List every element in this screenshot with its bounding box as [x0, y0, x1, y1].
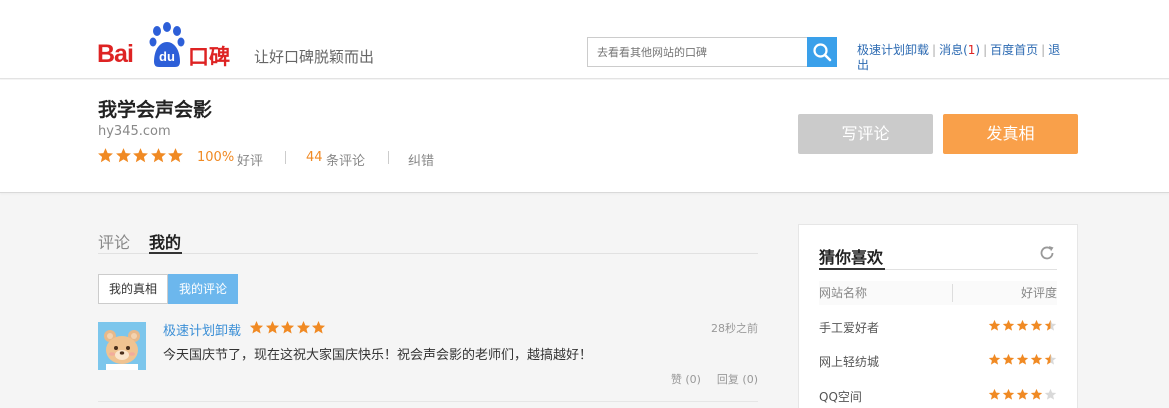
col-site-name: 网站名称 — [819, 286, 868, 300]
star-icon — [1030, 353, 1042, 365]
svg-text:du: du — [159, 49, 175, 64]
logo-bai-text: Bai — [97, 40, 134, 68]
star-icon — [1016, 388, 1028, 400]
star-icon — [1030, 319, 1042, 331]
star-icon — [1044, 353, 1056, 365]
subtab-my-reviews[interactable]: 我的评论 — [168, 274, 239, 304]
star-icon — [133, 148, 148, 163]
star-icon — [1002, 353, 1014, 365]
messages-link[interactable]: 消息(1) — [939, 43, 980, 57]
star-icon — [1002, 388, 1014, 400]
paw-icon: du — [149, 22, 185, 67]
title-underline — [819, 268, 885, 270]
top-header: Bai du 口碑 让好口碑脱颖而出 极速计划卸载|消息(1)|百度首页|退出 — [0, 0, 1169, 79]
star-icon — [1002, 319, 1014, 331]
star-icon — [115, 148, 131, 163]
recommend-table-header: 网站名称 好评度 — [819, 281, 1057, 305]
comment-text: 今天国庆节了，现在这祝大家国庆快乐！祝会声会影的老师们，越搞越好！ — [163, 348, 593, 363]
post-truth-button[interactable]: 发真相 — [943, 114, 1078, 154]
recommend-site-name[interactable]: QQ空间 — [819, 388, 862, 405]
site-star-rating — [97, 147, 185, 164]
correct-link[interactable]: 纠错 — [408, 150, 434, 169]
comment-star-rating — [249, 320, 327, 335]
subtab-my-truth[interactable]: 我的真相 — [98, 274, 169, 304]
like-button[interactable]: 赞 (0) — [671, 373, 701, 386]
messages-count: 1 — [967, 43, 976, 57]
recommend-title: 猜你喜欢 — [819, 248, 884, 267]
recommend-site-name[interactable]: 网上轻纺城 — [819, 353, 879, 370]
divider — [388, 151, 389, 164]
recommend-row[interactable]: 手工爱好者 — [819, 317, 1057, 337]
refresh-icon[interactable] — [1039, 245, 1055, 261]
star-icon — [988, 388, 1000, 400]
star-icon — [1030, 388, 1042, 400]
logo-koubei-text: 口碑 — [188, 45, 230, 69]
star-icon — [1016, 319, 1028, 331]
comment-item: 极速计划卸载 28秒之前 今天国庆节了，现在这祝大家国庆快乐！祝会声会影的老师们… — [98, 320, 758, 402]
star-icon — [1044, 319, 1056, 331]
write-review-button[interactable]: 写评论 — [798, 114, 933, 154]
reply-button[interactable]: 回复 (0) — [717, 373, 758, 386]
sub-tabs: 我的真相 我的评论 — [98, 274, 239, 304]
site-info-bar: 我学会声会影 hy345.com 100% 好评 44 条评论 纠错 写评论 发… — [0, 80, 1169, 193]
active-tab-indicator — [149, 252, 182, 254]
search-input[interactable] — [587, 37, 808, 67]
star-icon — [296, 320, 310, 334]
recommend-row[interactable]: 网上轻纺城 — [819, 351, 1057, 371]
divider — [952, 284, 953, 302]
recommend-rating — [987, 353, 1057, 366]
bear-avatar-icon — [98, 322, 146, 370]
good-rating-percent: 100% — [197, 150, 235, 165]
site-title: 我学会声会影 — [98, 99, 213, 121]
col-rating: 好评度 — [1020, 286, 1057, 300]
divider — [285, 151, 286, 164]
main-tabs: 评论 我的 — [98, 228, 758, 254]
review-count-label[interactable]: 条评论 — [326, 150, 365, 169]
star-icon — [98, 148, 113, 163]
comment-actions: 赞 (0) 回复 (0) — [655, 371, 758, 387]
good-rating-label: 好评 — [237, 154, 264, 169]
baidu-home-link[interactable]: 百度首页 — [990, 43, 1038, 57]
tab-reviews[interactable]: 评论 — [98, 229, 130, 253]
recommend-site-name[interactable]: 手工爱好者 — [819, 319, 879, 336]
star-icon — [311, 320, 326, 334]
star-icon — [168, 148, 183, 163]
messages-label: 消息 — [939, 43, 964, 57]
star-icon — [249, 320, 264, 334]
search-icon — [813, 43, 832, 62]
baidu-koubei-logo[interactable]: Bai du 口碑 — [97, 22, 237, 69]
review-count[interactable]: 44 — [306, 150, 323, 165]
comment-time: 28秒之前 — [711, 322, 758, 335]
slogan: 让好口碑脱颖而出 — [254, 48, 375, 66]
star-icon — [150, 148, 166, 163]
star-icon — [988, 319, 1000, 331]
top-links: 极速计划卸载 | 消息(1) | 百度首页 | 退出 — [857, 43, 1061, 72]
recommend-rating — [987, 319, 1057, 332]
recommend-row[interactable]: QQ空间 — [819, 386, 1057, 406]
search-button[interactable] — [807, 37, 837, 67]
star-icon — [988, 353, 1000, 365]
recommend-panel: 猜你喜欢 网站名称 好评度 手工爱好者 网上轻纺城 QQ空间 — [798, 224, 1078, 408]
comment-username[interactable]: 极速计划卸载 — [163, 320, 241, 339]
search-bar — [587, 37, 837, 67]
user-link[interactable]: 极速计划卸载 — [857, 43, 929, 57]
star-icon — [1044, 388, 1056, 400]
site-url[interactable]: hy345.com — [98, 124, 171, 139]
tab-mine[interactable]: 我的 — [149, 229, 181, 253]
star-icon — [280, 320, 295, 334]
recommend-rating — [987, 388, 1057, 401]
star-icon — [265, 320, 279, 334]
avatar[interactable] — [98, 322, 146, 370]
star-icon — [1016, 353, 1028, 365]
